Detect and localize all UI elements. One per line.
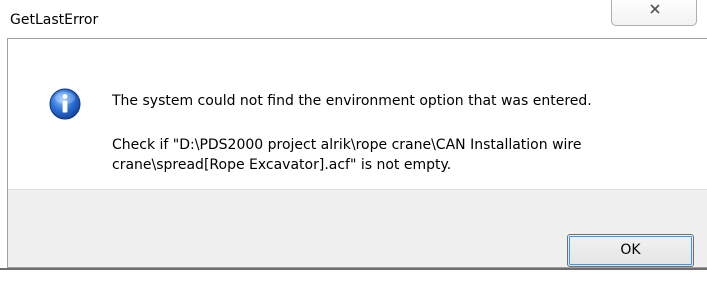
error-detail: Check if "D:\PDS2000 project alrik\rope … [112,135,581,175]
ok-button[interactable]: OK [567,234,694,267]
error-dialog: GetLastError The system could not find t… [0,0,707,300]
close-icon [650,4,660,14]
info-icon [49,88,81,120]
dialog-title: GetLastError [10,12,99,28]
error-detail-line: crane\spread[Rope Excavator].acf" is not… [112,157,452,173]
error-detail-line: Check if "D:\PDS2000 project alrik\rope … [112,137,582,153]
dialog-body: The system could not find the environmen… [7,38,707,268]
close-button[interactable] [611,0,697,26]
error-message: The system could not find the environmen… [112,93,592,109]
message-area: The system could not find the environmen… [8,39,707,189]
button-bar: OK [8,189,707,267]
title-bar: GetLastError [0,0,707,38]
bottom-divider [0,268,707,270]
